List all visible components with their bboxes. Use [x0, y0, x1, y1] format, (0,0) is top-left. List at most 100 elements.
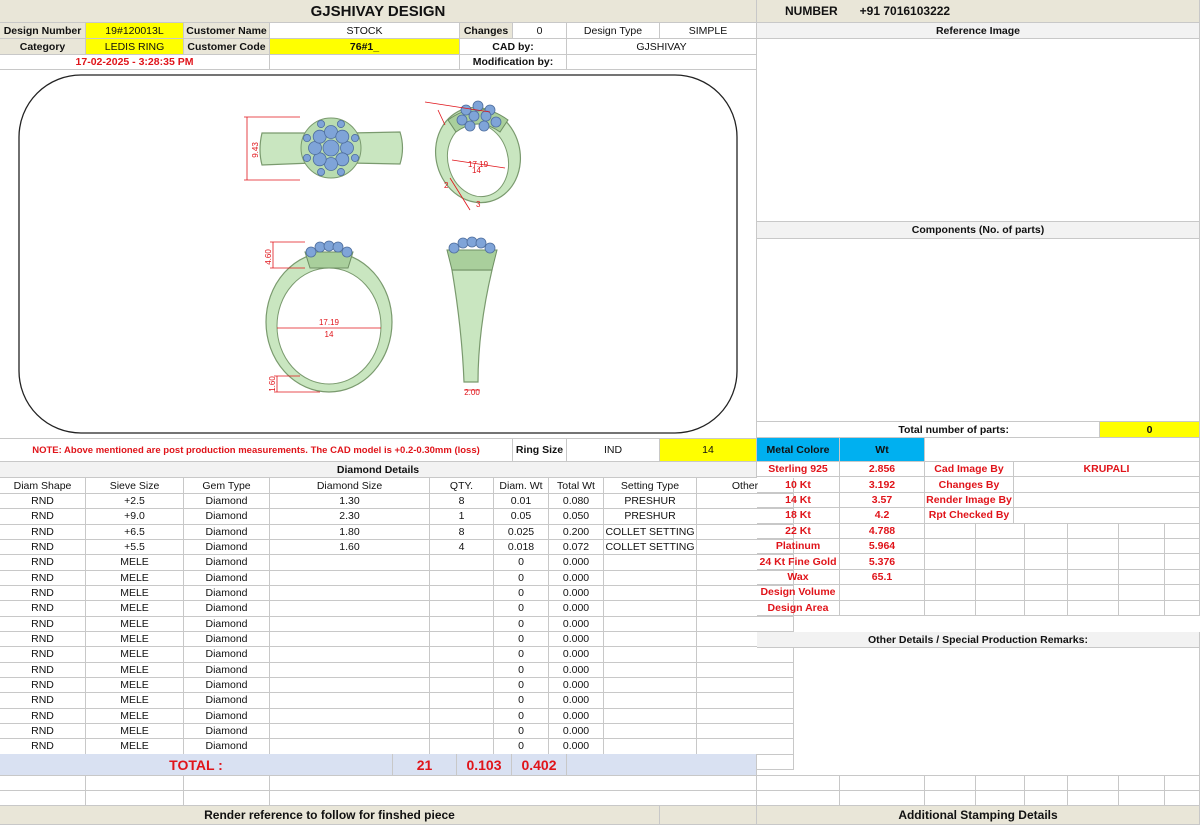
stamping-blank-rows: [757, 776, 1200, 806]
table-cell-diam-shape: RND: [0, 555, 86, 571]
category-label: Category: [0, 39, 86, 55]
wt-header: Wt: [840, 438, 925, 462]
table-cell-gem-type: Diamond: [184, 739, 270, 755]
blank-cell: [0, 791, 86, 806]
total-parts-value[interactable]: 0: [1100, 422, 1200, 438]
reference-image-area: [757, 39, 1200, 222]
table-cell-diam-shape: RND: [0, 616, 86, 632]
blank-cell: [840, 791, 925, 806]
table-cell-total-wt: 0.000: [549, 723, 604, 740]
changes-value[interactable]: 0: [513, 23, 567, 39]
blank-cell: [925, 585, 976, 601]
table-cell-diam-wt: 0: [494, 585, 549, 602]
table-cell-total-wt: 0.080: [549, 494, 604, 510]
gem-stone: [317, 168, 326, 177]
metal-weight: 4.788: [840, 523, 925, 539]
table-cell-diamond-size: [270, 601, 430, 617]
table-cell-setting-type: [604, 555, 697, 571]
table-cell-diam-shape: RND: [0, 601, 86, 617]
table-cell-diam-shape: RND: [0, 631, 86, 648]
blank-cell: [86, 776, 184, 791]
blank-cell: [976, 523, 1025, 539]
table-cell-setting-type: COLLET SETTING: [604, 524, 697, 540]
table-cell-diamond-size: 1.30: [270, 494, 430, 510]
contact-number: NUMBER +91 7016103222: [757, 0, 1200, 23]
table-cell-diam-shape: RND: [0, 739, 86, 755]
blank-cell: [1025, 600, 1068, 616]
gem-stone: [317, 119, 326, 128]
cad-drawing: 9.43 17.19 14 2 3 4.60 17.19 14 1.60 2.0…: [18, 74, 738, 434]
blank-cell: [925, 569, 976, 586]
blank-cell: [1119, 776, 1165, 791]
table-cell-diam-shape: RND: [0, 693, 86, 709]
blank-cell: [976, 791, 1025, 806]
gem-stone: [457, 237, 469, 249]
gem-stone: [478, 120, 490, 132]
customer-code-value[interactable]: 76#1_: [270, 39, 460, 55]
table-cell-sieve-size: MELE: [86, 570, 184, 586]
table-cell-sieve-size: MELE: [86, 647, 184, 663]
gem-stone: [335, 129, 350, 144]
design-number-value[interactable]: 19#120013L: [86, 23, 184, 39]
table-cell-setting-type: [604, 677, 697, 694]
dim-front-diam: 17.19: [319, 318, 340, 327]
render-note: Render reference to follow for finshed p…: [0, 806, 660, 825]
blank-cell: [1165, 554, 1200, 570]
blank-cell: [976, 569, 1025, 586]
ring-size-value[interactable]: 14: [660, 438, 757, 462]
dim-persp-b: 14: [472, 166, 481, 175]
table-cell-sieve-size: MELE: [86, 601, 184, 617]
modification-value[interactable]: [567, 55, 757, 70]
metal-header-blank: [925, 438, 1200, 462]
table-cell-qty: [430, 570, 494, 586]
gem-stone: [464, 120, 476, 132]
blank-cell: [976, 585, 1025, 601]
metal-table: Sterling 925 2.856 Cad Image By KRUPALI 10 K…: [757, 462, 1200, 632]
table-cell-qty: [430, 616, 494, 632]
blank-cell: [1119, 791, 1165, 806]
blank-cell: [925, 539, 976, 555]
table-cell-qty: 8: [430, 494, 494, 510]
table-cell-sieve-size: MELE: [86, 631, 184, 648]
customer-code-label: Customer Code: [184, 39, 270, 55]
table-cell-total-wt: 0.000: [549, 677, 604, 694]
table-cell-diamond-size: [270, 647, 430, 663]
credit-value[interactable]: KRUPALI: [1014, 462, 1200, 478]
blank-cell: [270, 791, 757, 806]
credit-value[interactable]: [1014, 508, 1200, 524]
table-cell-diam-wt: 0: [494, 723, 549, 740]
table-cell-diam-wt: 0.01: [494, 494, 549, 510]
category-value[interactable]: LEDIS RING: [86, 39, 184, 55]
credit-value[interactable]: [1014, 477, 1200, 493]
ring-size-label: Ring Size: [513, 438, 567, 462]
blank-cell: [1165, 600, 1200, 616]
table-cell-gem-type: Diamond: [184, 616, 270, 632]
col-header-setting-type: Setting Type: [604, 478, 697, 494]
table-cell-diam-wt: 0: [494, 647, 549, 663]
ring-size-standard[interactable]: IND: [567, 438, 660, 462]
total-parts-label: Total number of parts:: [757, 422, 1100, 438]
modification-label: Modification by:: [460, 55, 567, 70]
customer-name-value[interactable]: STOCK: [270, 23, 460, 39]
reference-image-title: Reference Image: [757, 23, 1200, 39]
table-cell-total-wt: 0.000: [549, 739, 604, 755]
table-cell-diam-wt: 0: [494, 693, 549, 709]
gem-stone: [475, 237, 487, 249]
gem-stone: [341, 246, 353, 258]
table-cell-gem-type: Diamond: [184, 693, 270, 709]
blank-cell: [270, 776, 757, 791]
table-cell-sieve-size: MELE: [86, 555, 184, 571]
dim-persp-c: 2: [444, 181, 449, 190]
blank-cell: [1119, 600, 1165, 616]
cad-by-value[interactable]: GJSHIVAY: [567, 39, 757, 55]
table-cell-setting-type: PRESHUR: [604, 494, 697, 510]
credit-value[interactable]: [1014, 492, 1200, 509]
total-wt: 0.402: [512, 754, 567, 776]
blank-cell: [1068, 600, 1119, 616]
gem-stone: [480, 110, 492, 122]
metal-weight: 5.964: [840, 539, 925, 555]
design-type-value[interactable]: SIMPLE: [660, 23, 757, 39]
gem-stone: [466, 236, 478, 248]
table-cell-setting-type: [604, 708, 697, 724]
total-label: TOTAL :: [0, 754, 393, 776]
